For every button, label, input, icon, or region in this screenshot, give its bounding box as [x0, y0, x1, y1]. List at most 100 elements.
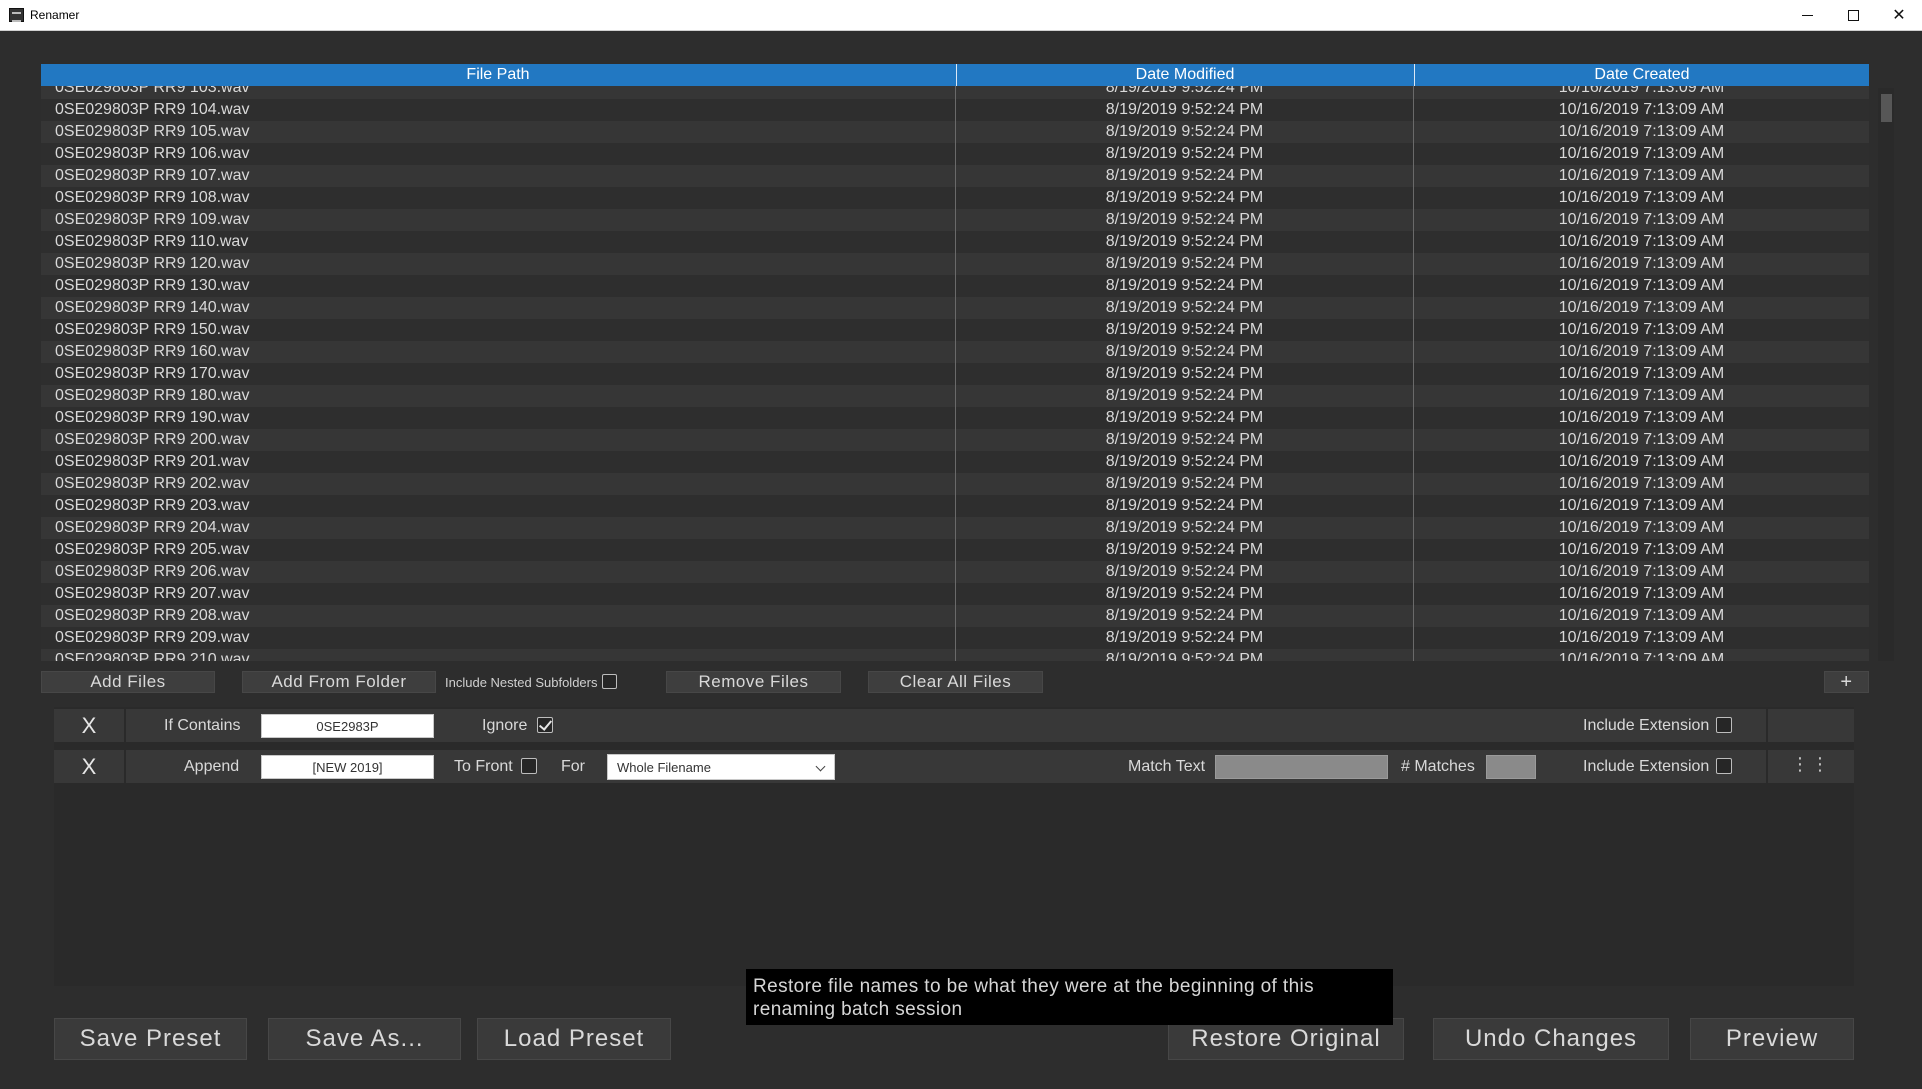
- remove-files-button[interactable]: Remove Files: [666, 671, 841, 693]
- column-header-date-modified[interactable]: Date Modified: [956, 64, 1413, 86]
- save-preset-button[interactable]: Save Preset: [54, 1018, 247, 1060]
- file-path-cell: 0SE029803P RR9 203.wav: [55, 497, 250, 514]
- include-extension-checkbox[interactable]: [1716, 717, 1732, 733]
- file-path-cell: 0SE029803P RR9 130.wav: [55, 277, 250, 294]
- include-extension-label: Include Extension: [1583, 758, 1710, 775]
- add-rule-button[interactable]: +: [1824, 671, 1869, 693]
- remove-rule-button[interactable]: X: [54, 750, 126, 783]
- include-extension-label: Include Extension: [1583, 717, 1710, 734]
- column-header-date-created[interactable]: Date Created: [1414, 64, 1869, 86]
- file-path-cell: 0SE029803P RR9 170.wav: [55, 365, 250, 382]
- include-nested-label: Include Nested Subfolders: [445, 675, 598, 690]
- date-modified-cell: 8/19/2019 9:52:24 PM: [1105, 475, 1264, 492]
- scrollbar-thumb[interactable]: [1881, 94, 1892, 122]
- date-created-cell: 10/16/2019 7:13:09 AM: [1558, 255, 1725, 272]
- file-table[interactable]: File Path Date Modified Date Created 0SE…: [41, 64, 1869, 661]
- maximize-button[interactable]: [1830, 0, 1876, 30]
- date-modified-cell: 8/19/2019 9:52:24 PM: [1105, 145, 1264, 162]
- add-files-button[interactable]: Add Files: [41, 671, 215, 693]
- column-divider: [1413, 64, 1414, 661]
- file-path-cell: 0SE029803P RR9 190.wav: [55, 409, 250, 426]
- file-path-cell: 0SE029803P RR9 108.wav: [55, 189, 250, 206]
- column-divider: [955, 64, 956, 661]
- table-scrollbar[interactable]: [1878, 88, 1894, 661]
- date-modified-cell: 8/19/2019 9:52:24 PM: [1105, 299, 1264, 316]
- column-header-file-path[interactable]: File Path: [41, 64, 955, 86]
- date-modified-cell: 8/19/2019 9:52:24 PM: [1105, 167, 1264, 184]
- date-created-cell: 10/16/2019 7:13:09 AM: [1558, 475, 1725, 492]
- preview-button[interactable]: Preview: [1690, 1018, 1854, 1060]
- date-modified-cell: 8/19/2019 9:52:24 PM: [1105, 519, 1264, 536]
- date-modified-cell: 8/19/2019 9:52:24 PM: [1105, 497, 1264, 514]
- match-text-input[interactable]: [1215, 755, 1388, 779]
- ignore-checkbox[interactable]: [537, 717, 553, 733]
- matches-input[interactable]: [1486, 755, 1536, 779]
- file-path-cell: 0SE029803P RR9 150.wav: [55, 321, 250, 338]
- date-modified-cell: 8/19/2019 9:52:24 PM: [1105, 365, 1264, 382]
- clear-all-files-button[interactable]: Clear All Files: [868, 671, 1043, 693]
- date-created-cell: 10/16/2019 7:13:09 AM: [1558, 101, 1725, 118]
- file-path-cell: 0SE029803P RR9 205.wav: [55, 541, 250, 558]
- file-path-cell: 0SE029803P RR9 140.wav: [55, 299, 250, 316]
- add-from-folder-button[interactable]: Add From Folder: [242, 671, 436, 693]
- undo-changes-button[interactable]: Undo Changes: [1433, 1018, 1669, 1060]
- file-path-cell: 0SE029803P RR9 204.wav: [55, 519, 250, 536]
- date-created-cell: 10/16/2019 7:13:09 AM: [1558, 409, 1725, 426]
- for-scope-value: Whole Filename: [617, 760, 711, 775]
- title-bar: Renamer ✕: [0, 0, 1922, 31]
- include-extension-checkbox[interactable]: [1716, 758, 1732, 774]
- date-modified-cell: 8/19/2019 9:52:24 PM: [1105, 101, 1264, 118]
- file-path-cell: 0SE029803P RR9 210.wav: [55, 651, 250, 661]
- date-modified-cell: 8/19/2019 9:52:24 PM: [1105, 277, 1264, 294]
- date-modified-cell: 8/19/2019 9:52:24 PM: [1105, 409, 1264, 426]
- file-path-cell: 0SE029803P RR9 200.wav: [55, 431, 250, 448]
- app-icon: [9, 8, 24, 22]
- file-path-cell: 0SE029803P RR9 120.wav: [55, 255, 250, 272]
- plus-icon: +: [1840, 671, 1853, 693]
- ignore-label: Ignore: [482, 717, 528, 734]
- date-modified-cell: 8/19/2019 9:52:24 PM: [1105, 541, 1264, 558]
- rule-row-append: X Append [NEW 2019] To Front For Whole F…: [54, 750, 1854, 783]
- date-modified-cell: 8/19/2019 9:52:24 PM: [1105, 387, 1264, 404]
- minimize-button[interactable]: [1784, 0, 1830, 30]
- window-title: Renamer: [30, 8, 80, 22]
- date-modified-cell: 8/19/2019 9:52:24 PM: [1105, 211, 1264, 228]
- date-modified-cell: 8/19/2019 9:52:24 PM: [1105, 651, 1264, 661]
- contains-text-input[interactable]: 0SE2983P: [261, 714, 434, 738]
- date-created-cell: 10/16/2019 7:13:09 AM: [1558, 453, 1725, 470]
- date-modified-cell: 8/19/2019 9:52:24 PM: [1105, 585, 1264, 602]
- date-modified-cell: 8/19/2019 9:52:24 PM: [1105, 233, 1264, 250]
- rules-panel: [54, 707, 1854, 986]
- date-modified-cell: 8/19/2019 9:52:24 PM: [1105, 343, 1264, 360]
- remove-rule-button[interactable]: X: [54, 709, 126, 742]
- load-preset-button[interactable]: Load Preset: [477, 1018, 671, 1060]
- save-as-button[interactable]: Save As...: [268, 1018, 461, 1060]
- file-path-cell: 0SE029803P RR9 109.wav: [55, 211, 250, 228]
- drag-handle-icon[interactable]: ⋮⋮: [1766, 750, 1854, 783]
- date-created-cell: 10/16/2019 7:13:09 AM: [1558, 277, 1725, 294]
- table-header: File Path Date Modified Date Created: [41, 64, 1869, 86]
- file-path-cell: 0SE029803P RR9 105.wav: [55, 123, 250, 140]
- rule-type-label: Append: [184, 758, 240, 775]
- to-front-checkbox[interactable]: [521, 758, 537, 774]
- file-path-cell: 0SE029803P RR9 209.wav: [55, 629, 250, 646]
- append-text-input[interactable]: [NEW 2019]: [261, 755, 434, 779]
- include-nested-checkbox[interactable]: [602, 674, 617, 689]
- minimize-icon: [1801, 14, 1813, 16]
- date-created-cell: 10/16/2019 7:13:09 AM: [1558, 585, 1725, 602]
- file-path-cell: 0SE029803P RR9 207.wav: [55, 585, 250, 602]
- to-front-label: To Front: [454, 758, 513, 775]
- file-path-cell: 0SE029803P RR9 160.wav: [55, 343, 250, 360]
- matches-label: # Matches: [1401, 758, 1475, 775]
- date-created-cell: 10/16/2019 7:13:09 AM: [1558, 497, 1725, 514]
- close-button[interactable]: ✕: [1876, 0, 1922, 30]
- date-modified-cell: 8/19/2019 9:52:24 PM: [1105, 321, 1264, 338]
- file-path-cell: 0SE029803P RR9 180.wav: [55, 387, 250, 404]
- maximize-icon: [1847, 9, 1859, 21]
- date-created-cell: 10/16/2019 7:13:09 AM: [1558, 563, 1725, 580]
- date-modified-cell: 8/19/2019 9:52:24 PM: [1105, 189, 1264, 206]
- for-scope-select[interactable]: Whole Filename: [607, 754, 835, 780]
- date-created-cell: 10/16/2019 7:13:09 AM: [1558, 431, 1725, 448]
- date-created-cell: 10/16/2019 7:13:09 AM: [1558, 651, 1725, 661]
- file-path-cell: 0SE029803P RR9 206.wav: [55, 563, 250, 580]
